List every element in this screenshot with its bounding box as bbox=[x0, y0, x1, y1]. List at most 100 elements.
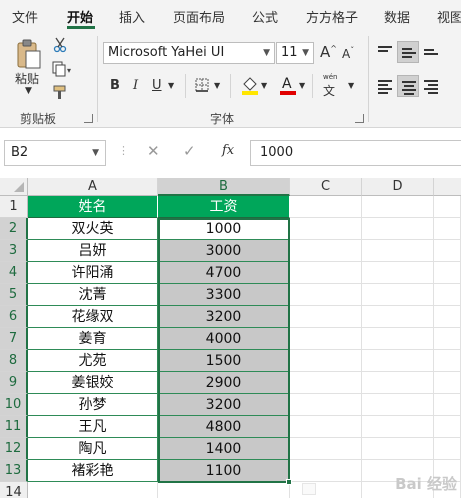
row-header[interactable]: 7 bbox=[0, 328, 28, 350]
row-header[interactable]: 1 bbox=[0, 196, 28, 218]
name-cell[interactable]: 尤苑 bbox=[28, 350, 158, 372]
empty-cell[interactable] bbox=[290, 350, 362, 372]
clipboard-launcher-icon[interactable] bbox=[84, 114, 93, 123]
empty-cell[interactable] bbox=[362, 328, 434, 350]
empty-cell[interactable] bbox=[290, 218, 362, 240]
empty-cell[interactable] bbox=[362, 394, 434, 416]
paste-dropdown-icon[interactable]: ▼ bbox=[25, 86, 32, 96]
name-cell[interactable]: 沈菁 bbox=[28, 284, 158, 306]
name-cell[interactable]: 花缘双 bbox=[28, 306, 158, 328]
empty-cell[interactable] bbox=[434, 240, 461, 262]
font-color-dropdown-icon[interactable]: ▼ bbox=[299, 81, 305, 90]
select-all-button[interactable] bbox=[0, 178, 28, 196]
name-cell[interactable]: 姜银姣 bbox=[28, 372, 158, 394]
name-box[interactable]: B2 ▼ bbox=[4, 140, 106, 166]
empty-cell[interactable] bbox=[290, 240, 362, 262]
top-align-button[interactable] bbox=[374, 41, 396, 63]
row-header[interactable]: 11 bbox=[0, 416, 28, 438]
salary-cell[interactable]: 1100 bbox=[158, 460, 290, 482]
cut-icon[interactable] bbox=[52, 37, 68, 53]
empty-cell[interactable] bbox=[434, 416, 461, 438]
empty-cell[interactable] bbox=[362, 196, 434, 218]
tab-file[interactable]: 文件 bbox=[12, 7, 38, 26]
empty-cell[interactable] bbox=[362, 306, 434, 328]
salary-cell[interactable]: 3200 bbox=[158, 394, 290, 416]
tab-insert[interactable]: 插入 bbox=[119, 7, 145, 26]
paste-label[interactable]: 粘贴 bbox=[15, 70, 39, 87]
column-header-d[interactable]: D bbox=[362, 178, 434, 196]
bottom-align-button[interactable] bbox=[420, 41, 442, 63]
active-cell[interactable]: 1000 bbox=[158, 218, 290, 240]
name-cell[interactable]: 孙梦 bbox=[28, 394, 158, 416]
empty-cell[interactable] bbox=[290, 416, 362, 438]
empty-cell[interactable] bbox=[434, 196, 461, 218]
salary-cell[interactable]: 3000 bbox=[158, 240, 290, 262]
cancel-icon[interactable]: ✕ bbox=[147, 142, 160, 160]
shrink-font-button[interactable]: Aˇ bbox=[342, 46, 354, 61]
empty-cell[interactable] bbox=[362, 240, 434, 262]
phonetic-guide-icon[interactable]: wén 文 bbox=[320, 73, 344, 99]
font-size-select[interactable]: 11 ▼ bbox=[276, 42, 314, 64]
empty-cell[interactable] bbox=[290, 482, 362, 498]
borders-dropdown-icon[interactable]: ▼ bbox=[214, 81, 220, 90]
paste-icon[interactable] bbox=[14, 38, 44, 70]
empty-cell[interactable] bbox=[362, 218, 434, 240]
empty-cell[interactable] bbox=[290, 372, 362, 394]
row-header[interactable]: 14 bbox=[0, 482, 28, 498]
underline-button[interactable]: U bbox=[152, 78, 162, 93]
row-header[interactable]: 5 bbox=[0, 284, 28, 306]
empty-cell[interactable] bbox=[434, 350, 461, 372]
insert-function-icon[interactable]: fx bbox=[222, 143, 234, 158]
empty-cell[interactable] bbox=[362, 416, 434, 438]
name-cell[interactable]: 许阳涌 bbox=[28, 262, 158, 284]
empty-cell[interactable] bbox=[290, 460, 362, 482]
salary-cell[interactable]: 4700 bbox=[158, 262, 290, 284]
align-center-button[interactable] bbox=[397, 75, 419, 97]
header-cell-salary[interactable]: 工资 bbox=[158, 196, 290, 218]
name-cell[interactable]: 王凡 bbox=[28, 416, 158, 438]
borders-icon[interactable] bbox=[194, 77, 210, 93]
bold-button[interactable]: B bbox=[110, 78, 120, 93]
empty-cell[interactable] bbox=[362, 438, 434, 460]
empty-cell[interactable] bbox=[290, 306, 362, 328]
salary-cell[interactable]: 4800 bbox=[158, 416, 290, 438]
name-cell[interactable]: 姜育 bbox=[28, 328, 158, 350]
empty-cell[interactable] bbox=[434, 284, 461, 306]
enter-icon[interactable]: ✓ bbox=[183, 142, 196, 160]
empty-cell[interactable] bbox=[434, 372, 461, 394]
more-options-icon[interactable]: ⋮ bbox=[118, 144, 129, 157]
name-cell[interactable]: 吕妍 bbox=[28, 240, 158, 262]
empty-cell[interactable] bbox=[28, 482, 158, 498]
name-cell[interactable]: 褚彩艳 bbox=[28, 460, 158, 482]
fill-color-icon[interactable] bbox=[240, 74, 260, 96]
row-header[interactable]: 6 bbox=[0, 306, 28, 328]
empty-cell[interactable] bbox=[362, 284, 434, 306]
empty-cell[interactable] bbox=[434, 394, 461, 416]
row-header[interactable]: 3 bbox=[0, 240, 28, 262]
empty-cell[interactable] bbox=[434, 328, 461, 350]
row-header[interactable]: 4 bbox=[0, 262, 28, 284]
tab-formulas[interactable]: 公式 bbox=[252, 7, 278, 26]
font-name-select[interactable]: Microsoft YaHei UI ▼ bbox=[103, 42, 275, 64]
grow-font-button[interactable]: A^ bbox=[320, 43, 337, 61]
salary-cell[interactable]: 2900 bbox=[158, 372, 290, 394]
empty-cell[interactable] bbox=[362, 262, 434, 284]
row-header[interactable]: 2 bbox=[0, 218, 28, 240]
phonetic-dropdown-icon[interactable]: ▼ bbox=[348, 81, 354, 90]
column-header-c[interactable]: C bbox=[290, 178, 362, 196]
column-header-b[interactable]: B bbox=[158, 178, 290, 196]
salary-cell[interactable]: 3300 bbox=[158, 284, 290, 306]
header-cell-name[interactable]: 姓名 bbox=[28, 196, 158, 218]
row-header[interactable]: 13 bbox=[0, 460, 28, 482]
formula-input[interactable]: 1000 bbox=[250, 140, 461, 166]
empty-cell[interactable] bbox=[434, 262, 461, 284]
empty-cell[interactable] bbox=[362, 372, 434, 394]
align-right-button[interactable] bbox=[420, 75, 442, 97]
empty-cell[interactable] bbox=[434, 306, 461, 328]
empty-cell[interactable] bbox=[290, 438, 362, 460]
tab-page-layout[interactable]: 页面布局 bbox=[173, 7, 225, 26]
empty-cell[interactable] bbox=[362, 350, 434, 372]
row-header[interactable]: 9 bbox=[0, 372, 28, 394]
tab-home[interactable]: 开始 bbox=[67, 7, 93, 26]
column-header-e[interactable] bbox=[434, 178, 461, 196]
